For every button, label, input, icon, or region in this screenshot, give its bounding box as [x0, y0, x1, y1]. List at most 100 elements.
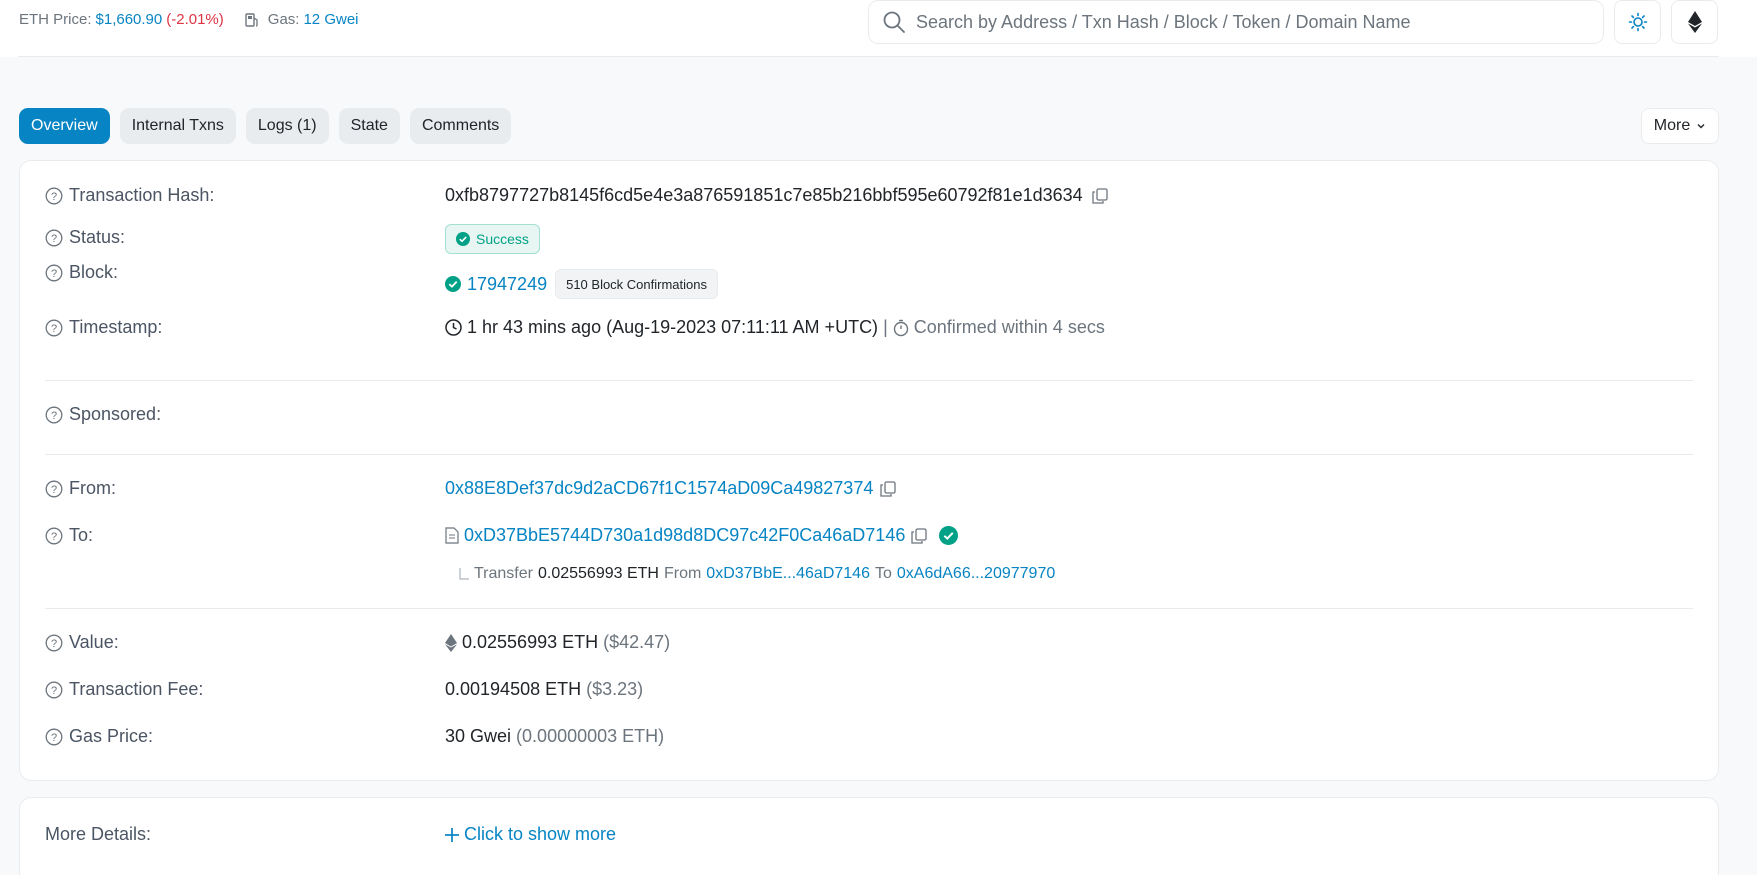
check-circle-icon [456, 232, 470, 246]
transfer-to-link[interactable]: 0xA6dA66...20977970 [897, 565, 1055, 583]
from-label: From: [69, 478, 116, 498]
search-input[interactable] [916, 11, 1603, 33]
value-label-group: ? Value: [45, 632, 445, 653]
eth-price-change: (-2.01%) [166, 11, 224, 28]
contract-file-icon [445, 527, 459, 544]
timestamp-value: 1 hr 43 mins ago (Aug-19-2023 07:11:11 A… [467, 317, 879, 337]
help-icon[interactable]: ? [45, 187, 63, 205]
block-label-group: ? Block: [45, 262, 445, 283]
to-label-group: ? To: [45, 525, 445, 546]
gas-label: Gas: [267, 11, 300, 28]
stopwatch-icon [893, 319, 908, 336]
ethereum-icon [445, 633, 457, 652]
timestamp-label-group: ? Timestamp: [45, 317, 445, 338]
block-row: ? Block: 17947249 510 Block Confirmation… [45, 251, 1693, 299]
transfer-prefix: Transfer [474, 565, 533, 582]
help-icon[interactable]: ? [45, 406, 63, 424]
svg-text:?: ? [51, 484, 57, 496]
network-button[interactable] [1671, 0, 1718, 44]
verified-check-icon [939, 526, 959, 545]
tx-hash-label-group: ? Transaction Hash: [45, 185, 445, 206]
section-divider [45, 454, 1693, 455]
transaction-overview-card: ? Transaction Hash: 0xfb8797727b8145f6cd… [19, 160, 1719, 781]
more-details-row: More Details: Click to show more [45, 824, 1693, 845]
value-usd: ($42.47) [603, 632, 671, 652]
from-row: ? From: 0x88E8Def37dc9d2aCD67f1C1574aD09… [45, 478, 1693, 499]
clock-icon [445, 319, 462, 336]
gas-price-label: Gas Price: [69, 726, 154, 746]
svg-text:?: ? [51, 732, 57, 744]
help-icon[interactable]: ? [45, 728, 63, 746]
gas-price-gwei: 30 Gwei [445, 726, 512, 746]
svg-text:?: ? [51, 233, 57, 245]
tab-comments[interactable]: Comments [409, 108, 512, 144]
sun-icon [1628, 12, 1647, 32]
theme-toggle-button[interactable] [1614, 0, 1661, 44]
help-icon[interactable]: ? [45, 480, 63, 498]
fee-label: Transaction Fee: [69, 679, 204, 699]
top-bar: ETH Price: $1,660.90 (-2.01%) Gas: 12 Gw… [0, 0, 1757, 57]
value-amount: 0.02556993 ETH [462, 632, 599, 652]
help-icon[interactable]: ? [45, 229, 63, 247]
tx-hash-row: ? Transaction Hash: 0xfb8797727b8145f6cd… [45, 185, 1693, 206]
tab-state[interactable]: State [338, 108, 400, 144]
to-address-link[interactable]: 0xD37BbE5744D730a1d98d8DC97c42F0Ca46aD71… [464, 525, 905, 546]
internal-transfer-line: Transfer 0.02556993 ETH From 0xD37BbE...… [459, 565, 1055, 583]
svg-text:?: ? [51, 323, 57, 335]
status-label: Status: [69, 227, 126, 247]
plus-icon [445, 827, 459, 842]
tab-bar: Overview Internal Txns Logs (1) State Co… [19, 108, 512, 144]
sponsored-label-group: ? Sponsored: [45, 404, 445, 425]
status-text: Success [476, 231, 529, 247]
chevron-down-icon [1697, 124, 1705, 129]
tab-internal-txns[interactable]: Internal Txns [119, 108, 236, 144]
search-icon [883, 11, 905, 33]
to-row: ? To: 0xD37BbE5744D730a1d98d8DC97c42F0Ca… [45, 525, 1693, 546]
copy-icon[interactable] [879, 480, 897, 498]
help-icon[interactable]: ? [45, 319, 63, 337]
fee-usd: ($3.23) [586, 679, 644, 699]
check-circle-icon [445, 276, 461, 292]
more-dropdown-button[interactable]: More [1641, 108, 1719, 144]
svg-text:?: ? [51, 410, 57, 422]
value-row: ? Value: 0.02556993 ETH ($42.47) [45, 632, 1693, 653]
fee-label-group: ? Transaction Fee: [45, 679, 445, 700]
show-more-link[interactable]: Click to show more [445, 824, 616, 845]
help-icon[interactable]: ? [45, 527, 63, 545]
more-details-label: More Details: [45, 824, 152, 844]
from-address-link[interactable]: 0x88E8Def37dc9d2aCD67f1C1574aD09Ca498273… [445, 478, 873, 499]
gas-price-eth: (0.00000003 ETH) [516, 726, 665, 746]
svg-text:?: ? [51, 531, 57, 543]
transfer-from-link[interactable]: 0xD37BbE...46aD7146 [706, 565, 870, 583]
status-badge: Success [445, 224, 540, 254]
help-icon[interactable]: ? [45, 264, 63, 282]
sponsored-label: Sponsored: [69, 404, 162, 424]
to-label: To: [69, 525, 94, 545]
gas-value[interactable]: 12 Gwei [303, 11, 358, 28]
svg-text:?: ? [51, 268, 57, 280]
help-icon[interactable]: ? [45, 681, 63, 699]
gas-pump-icon [245, 12, 258, 27]
header-divider [18, 56, 1719, 57]
help-icon[interactable]: ? [45, 634, 63, 652]
transfer-from-label: From [663, 565, 702, 582]
copy-icon[interactable] [910, 527, 928, 545]
eth-price-label: ETH Price: [19, 11, 92, 28]
tab-logs[interactable]: Logs (1) [245, 108, 329, 144]
gas-price-row: ? Gas Price: 30 Gwei (0.00000003 ETH) [45, 726, 1693, 747]
eth-price-value[interactable]: $1,660.90 [96, 11, 163, 28]
svg-text:?: ? [51, 638, 57, 650]
value-label: Value: [69, 632, 119, 652]
block-number-link[interactable]: 17947249 [467, 274, 547, 295]
section-divider [45, 608, 1693, 609]
status-row: ? Status: Success [45, 224, 1693, 254]
section-divider [45, 380, 1693, 381]
status-label-group: ? Status: [45, 227, 445, 248]
tab-overview[interactable]: Overview [19, 108, 110, 144]
copy-icon[interactable] [1091, 187, 1109, 205]
ethereum-icon [1687, 11, 1702, 33]
confirmed-within: Confirmed within 4 secs [913, 317, 1105, 337]
block-confirmations-badge: 510 Block Confirmations [555, 269, 718, 299]
more-details-card: More Details: Click to show more [19, 797, 1719, 875]
search-box[interactable] [868, 0, 1604, 44]
